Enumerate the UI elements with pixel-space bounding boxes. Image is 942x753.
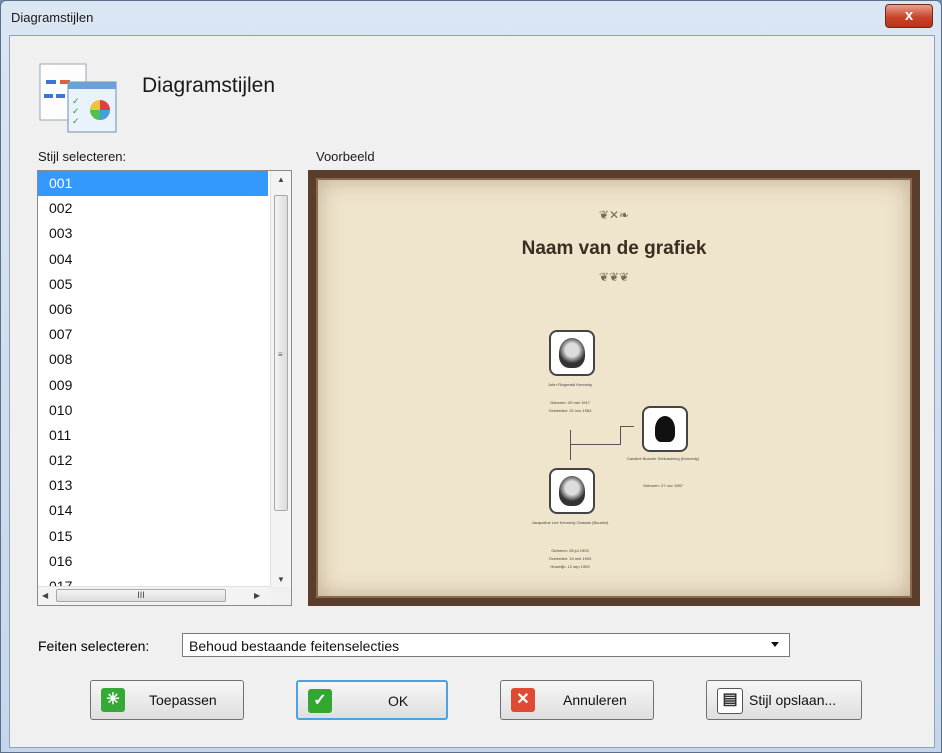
style-list-item[interactable]: 004 bbox=[38, 247, 268, 272]
person1-detail-2: Overleden: 22 nov 1963 bbox=[548, 408, 592, 413]
person1-detail-1: Geboren: 29 mei 1917 bbox=[550, 400, 590, 405]
style-list-item[interactable]: 009 bbox=[38, 373, 268, 398]
person-photo-3 bbox=[549, 468, 595, 514]
title-bar[interactable]: Diagramstijlen x bbox=[1, 1, 941, 35]
floppy-disk-icon: ▤ bbox=[717, 688, 743, 714]
scrollbar-corner bbox=[271, 587, 291, 605]
connector-line bbox=[570, 444, 620, 445]
style-list-item[interactable]: 010 bbox=[38, 398, 268, 423]
person1-name: John Fitzgerald Kennedy bbox=[547, 382, 593, 387]
facts-select-value: Behoud bestaande feitenselecties bbox=[189, 638, 400, 654]
style-list-item[interactable]: 012 bbox=[38, 448, 268, 473]
window-title: Diagramstijlen bbox=[11, 10, 94, 25]
connector-line bbox=[620, 426, 621, 445]
dropdown-arrow-icon[interactable] bbox=[771, 642, 779, 647]
save-style-button-label: Stijl opslaan... bbox=[749, 692, 837, 708]
svg-text:✓: ✓ bbox=[72, 97, 80, 107]
apply-button-label: Toepassen bbox=[149, 692, 217, 708]
dialog-body: ✓ ✓ ✓ Diagramstijlen Stijl selecteren: 0… bbox=[9, 35, 935, 748]
scroll-left-arrow-icon[interactable]: ◀ bbox=[42, 591, 48, 600]
style-list-item[interactable]: 005 bbox=[38, 272, 268, 297]
cancel-button[interactable]: ✕ Annuleren bbox=[500, 680, 654, 720]
save-style-button[interactable]: ▤ Stijl opslaan... bbox=[706, 680, 862, 720]
ok-button-label: OK bbox=[388, 693, 409, 709]
apply-button[interactable]: ✳ Toepassen bbox=[90, 680, 244, 720]
connector-line bbox=[620, 426, 634, 427]
person3-detail-3: Huwelijk: 12 sep 1953 bbox=[550, 564, 590, 569]
person-photo-1 bbox=[549, 330, 595, 376]
style-list-item[interactable]: 015 bbox=[38, 524, 268, 549]
preview-chart-title: Naam van de grafiek bbox=[521, 238, 707, 259]
cancel-x-icon: ✕ bbox=[511, 688, 535, 712]
style-list-item[interactable]: 016 bbox=[38, 549, 268, 574]
preview-panel: ❦✕❧ Naam van de grafiek ❦❦❦ John Fitzger… bbox=[308, 170, 920, 606]
connector-line bbox=[570, 430, 571, 460]
svg-text:✓: ✓ bbox=[72, 107, 80, 117]
person3-detail-2: Overleden: 19 mei 1994 bbox=[548, 556, 592, 561]
apply-icon: ✳ bbox=[101, 688, 125, 712]
grip-icon: ≡ bbox=[278, 350, 283, 359]
style-list-item[interactable]: 003 bbox=[38, 221, 268, 246]
person2-detail-1: Geboren: 27 nov 1957 bbox=[643, 483, 683, 488]
facts-label: Feiten selecteren: bbox=[38, 638, 150, 654]
ok-button[interactable]: ✓ OK bbox=[296, 680, 448, 720]
scroll-up-arrow-icon[interactable]: ▲ bbox=[277, 175, 285, 184]
style-list-item[interactable]: 008 bbox=[38, 347, 268, 372]
person3-detail-1: Geboren: 28 jul 1929 bbox=[551, 548, 589, 553]
check-icon: ✓ bbox=[308, 689, 332, 713]
chart-styles-icon: ✓ ✓ ✓ bbox=[38, 62, 120, 136]
style-list-item[interactable]: 014 bbox=[38, 498, 268, 523]
scroll-right-arrow-icon[interactable]: ▶ bbox=[254, 591, 260, 600]
vertical-scrollbar[interactable]: ▲ ≡ ▼ bbox=[270, 171, 291, 589]
scroll-down-arrow-icon[interactable]: ▼ bbox=[277, 575, 285, 584]
ornament-top-icon: ❦✕❧ bbox=[598, 208, 630, 222]
preview-label: Voorbeeld bbox=[316, 149, 375, 164]
header-title: Diagramstijlen bbox=[142, 74, 276, 97]
style-list-items: 001 002 003 004 005 006 007 008 009 010 011 012 013 0… bbox=[38, 171, 268, 599]
style-list-item[interactable]: 011 bbox=[38, 423, 268, 448]
horizontal-scroll-thumb[interactable]: III bbox=[56, 589, 226, 602]
person3-name: Jacqueline Lee Kennedy Onassis (Bouvier) bbox=[531, 520, 609, 525]
style-list-item[interactable]: 013 bbox=[38, 473, 268, 498]
vertical-scroll-thumb[interactable]: ≡ bbox=[274, 195, 288, 511]
style-list-item[interactable]: 002 bbox=[38, 196, 268, 221]
style-listbox[interactable]: 001 002 003 004 005 006 007 008 009 010 011 012 013 0… bbox=[37, 170, 292, 606]
style-list-item[interactable]: 006 bbox=[38, 297, 268, 322]
facts-select[interactable]: Behoud bestaande feitenselecties bbox=[182, 633, 790, 657]
style-list-item[interactable]: 001 bbox=[38, 171, 268, 197]
ornament-bottom-icon: ❦❦❦ bbox=[598, 270, 630, 284]
dialog-window: Diagramstijlen x ✓ ✓ ✓ Diagramstijlen St… bbox=[0, 0, 942, 753]
close-button[interactable]: x bbox=[885, 4, 933, 28]
cancel-button-label: Annuleren bbox=[563, 692, 627, 708]
person-photo-2 bbox=[642, 406, 688, 452]
horizontal-scrollbar[interactable]: ◀ III ▶ bbox=[38, 586, 271, 605]
style-list-label: Stijl selecteren: bbox=[38, 149, 127, 164]
svg-text:✓: ✓ bbox=[72, 117, 80, 127]
person2-name: Caroline Bouvier Schlossberg (Kennedy) bbox=[626, 456, 700, 461]
style-list-item[interactable]: 007 bbox=[38, 322, 268, 347]
